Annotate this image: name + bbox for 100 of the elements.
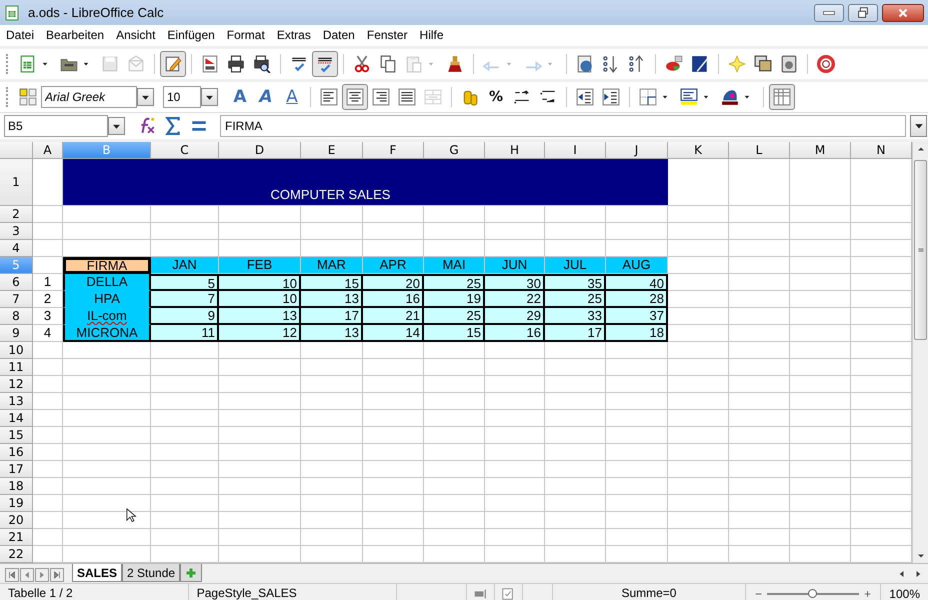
name-box[interactable]: B5 — [4, 115, 108, 137]
menu-item[interactable]: Hilfe — [414, 25, 450, 46]
zoom-thumb[interactable] — [808, 588, 818, 598]
row-header[interactable]: 6 — [0, 274, 33, 291]
sheet-nav-button[interactable] — [50, 568, 64, 582]
sheet-tab[interactable]: 2 Stunde — [122, 564, 180, 582]
menu-item[interactable]: Extras — [270, 25, 317, 46]
empty-cell — [485, 478, 545, 495]
menu-item[interactable]: Daten — [316, 25, 361, 46]
row-header[interactable]: 1 — [0, 159, 33, 206]
row-header[interactable]: 3 — [0, 223, 33, 240]
align-left-icon — [320, 88, 338, 106]
percent-button[interactable]: % — [483, 84, 509, 110]
column-header[interactable]: E — [301, 142, 363, 159]
empty-cell — [668, 444, 729, 461]
row-header[interactable]: 12 — [0, 376, 33, 393]
empty-cell — [301, 410, 363, 427]
sheet-nav-button[interactable] — [5, 568, 19, 582]
empty-cell — [301, 359, 363, 376]
empty-cell — [729, 529, 790, 546]
gridlines-button[interactable] — [769, 84, 795, 110]
insert-mode-icon — [472, 586, 487, 600]
row-header[interactable]: 4 — [0, 240, 33, 257]
bold-button[interactable]: A — [227, 84, 253, 110]
menu-item[interactable]: Bearbeiten — [40, 25, 110, 46]
column-header[interactable]: J — [606, 142, 668, 159]
sheet-tab[interactable]: SALES — [72, 564, 122, 582]
row-header[interactable]: 10 — [0, 342, 33, 359]
add-sheet-button[interactable] — [180, 564, 202, 582]
sheet-nav-button[interactable] — [20, 568, 34, 582]
column-header[interactable]: H — [485, 142, 545, 159]
italic-button[interactable]: A — [253, 84, 279, 110]
underline-button[interactable]: A — [279, 84, 305, 110]
row-header[interactable]: 20 — [0, 512, 33, 529]
formula-input[interactable]: FIRMA — [220, 115, 906, 137]
row-header[interactable]: 7 — [0, 291, 33, 308]
scissors-icon — [353, 55, 371, 73]
column-header[interactable]: D — [219, 142, 301, 159]
empty-cell — [363, 393, 424, 410]
column-header[interactable]: L — [729, 142, 790, 159]
row-header[interactable]: 21 — [0, 529, 33, 546]
dropdown-button[interactable] — [108, 117, 125, 135]
dropdown-button[interactable] — [201, 88, 218, 106]
edit-button[interactable] — [160, 51, 186, 77]
restore-button[interactable] — [848, 4, 878, 22]
empty-cell — [729, 342, 790, 359]
dropdown-arrow-icon — [914, 121, 924, 131]
column-header[interactable]: I — [545, 142, 606, 159]
empty-cell — [606, 478, 668, 495]
empty-cell — [790, 495, 851, 512]
row-header[interactable]: 17 — [0, 461, 33, 478]
empty-cell — [790, 461, 851, 478]
expand-button[interactable] — [910, 115, 927, 137]
row-header[interactable]: 16 — [0, 444, 33, 461]
printer-icon — [227, 55, 245, 73]
row-header[interactable]: 14 — [0, 410, 33, 427]
copy-icon — [379, 55, 397, 73]
column-header[interactable]: M — [790, 142, 851, 159]
close-button[interactable] — [882, 4, 924, 22]
column-header[interactable]: C — [151, 142, 219, 159]
row-header[interactable]: 2 — [0, 206, 33, 223]
menu-item[interactable]: Einfügen — [161, 25, 221, 46]
autospell-button[interactable] — [312, 51, 338, 77]
empty-cell — [545, 478, 606, 495]
scrollbar-thumb[interactable] — [914, 160, 927, 340]
column-header[interactable]: G — [424, 142, 485, 159]
zoom-percentage: 100% — [888, 586, 921, 600]
zoom-in-icon[interactable] — [863, 588, 872, 598]
minimize-button[interactable] — [814, 4, 844, 22]
menu-item[interactable]: Datei — [0, 25, 40, 46]
row-header[interactable]: 8 — [0, 308, 33, 325]
empty-cell — [790, 529, 851, 546]
empty-cell — [668, 461, 729, 478]
empty-cell — [485, 393, 545, 410]
row-header[interactable]: 15 — [0, 427, 33, 444]
row-header[interactable]: 13 — [0, 393, 33, 410]
font-size-field[interactable]: 10 — [163, 86, 201, 108]
sheet-nav-button[interactable] — [35, 568, 49, 582]
row-header[interactable]: 11 — [0, 359, 33, 376]
dropdown-button[interactable] — [137, 88, 154, 106]
row-header[interactable]: 9 — [0, 325, 33, 342]
empty-cell — [485, 206, 545, 223]
empty-cell — [668, 376, 729, 393]
empty-cell — [485, 529, 545, 546]
menu-item[interactable]: Ansicht — [110, 25, 162, 46]
column-header[interactable]: A — [33, 142, 63, 159]
row-header[interactable]: 18 — [0, 478, 33, 495]
menu-item[interactable]: Format — [220, 25, 271, 46]
menu-item[interactable]: Fenster — [360, 25, 414, 46]
column-header[interactable]: N — [851, 142, 912, 159]
column-header[interactable]: F — [363, 142, 424, 159]
star-icon — [728, 55, 746, 73]
row-header[interactable]: 19 — [0, 495, 33, 512]
row-header[interactable]: 22 — [0, 546, 33, 563]
empty-cell — [729, 240, 790, 257]
align-center-button[interactable] — [342, 84, 368, 110]
empty-cell — [301, 376, 363, 393]
column-header[interactable]: K — [668, 142, 729, 159]
empty-cell — [790, 359, 851, 376]
spreadsheet-icon — [4, 4, 20, 22]
